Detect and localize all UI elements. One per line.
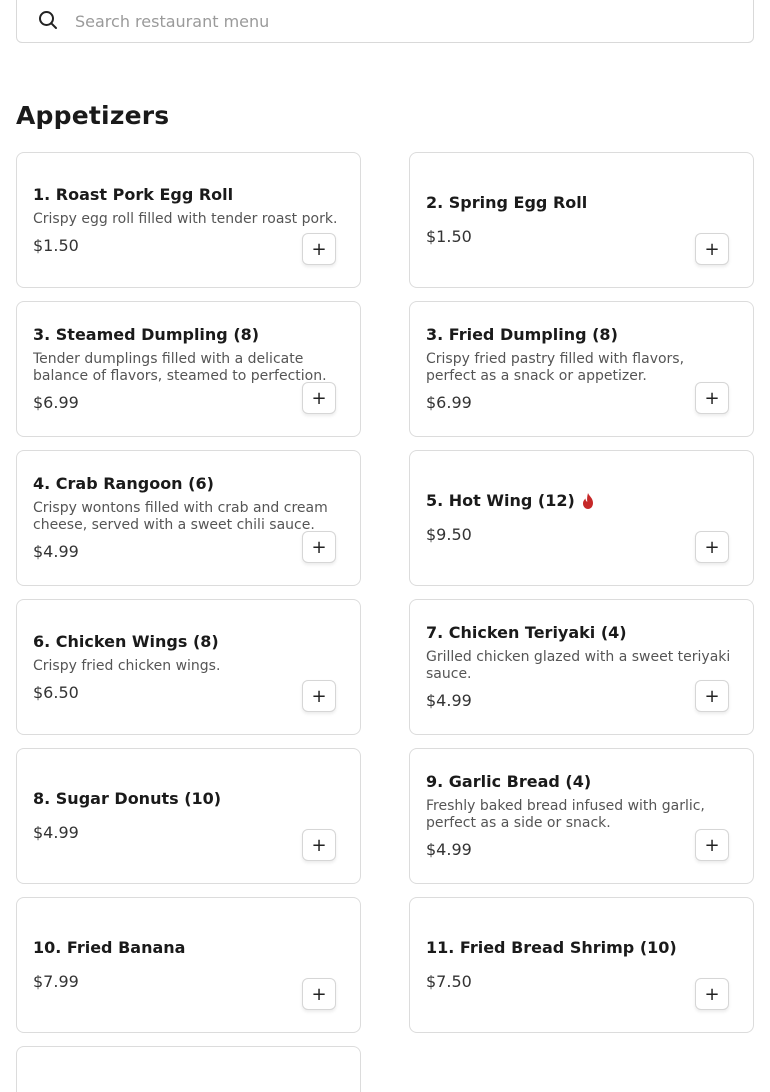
add-to-cart-button[interactable]: + <box>695 382 729 414</box>
menu-item-name-text: 5. Hot Wing (12) <box>426 491 575 510</box>
menu-item-description: Freshly baked bread infused with garlic,… <box>426 798 705 831</box>
add-to-cart-button[interactable]: + <box>302 829 336 861</box>
menu-item-name: 5. Hot Wing (12) <box>426 491 737 511</box>
menu-item-name-text: 1. Roast Pork Egg Roll <box>33 184 234 204</box>
menu-item-name-text: 7. Chicken Teriyaki (4) <box>426 623 627 642</box>
menu-item-price: $4.99 <box>426 840 472 859</box>
menu-item-price: $6.50 <box>33 682 79 702</box>
menu-item-price: $7.50 <box>426 972 472 991</box>
menu-item-card[interactable]: 11. Fried Bread Shrimp (10) $7.50 + <box>409 897 754 1033</box>
menu-item-card[interactable]: 5. Hot Wing (12) $9.50 + <box>409 450 754 586</box>
add-to-cart-button[interactable]: + <box>302 680 336 712</box>
menu-item-name: 10. Fried Banana <box>33 938 344 958</box>
menu-item-description: Crispy fried chicken wings. <box>33 657 221 674</box>
section-title: Appetizers <box>16 101 170 130</box>
menu-item-name-text: 9. Garlic Bread (4) <box>426 772 592 791</box>
add-to-cart-button[interactable]: + <box>695 680 729 712</box>
menu-item-price: $6.99 <box>33 393 79 412</box>
menu-item-description: Grilled chicken glazed with a sweet teri… <box>426 649 731 682</box>
menu-item-price: $7.99 <box>33 972 79 991</box>
menu-item-name: 2. Spring Egg Roll <box>426 193 737 213</box>
menu-item-name: 8. Sugar Donuts (10) <box>33 789 344 809</box>
menu-item-price: $6.99 <box>426 393 472 412</box>
menu-item-name: 3. Fried Dumpling (8) <box>426 325 737 345</box>
menu-item-price: $1.50 <box>33 235 79 255</box>
menu-item-name: 7. Chicken Teriyaki (4) <box>426 623 737 643</box>
add-to-cart-button[interactable]: + <box>302 531 336 563</box>
menu-item-name-text: 3. Fried Dumpling (8) <box>426 325 618 344</box>
menu-item-card[interactable]: 6. Chicken Wings (8) Crispy fried chicken… <box>16 599 361 735</box>
add-to-cart-button[interactable]: + <box>695 233 729 265</box>
menu-item-name-text: 2. Spring Egg Roll <box>426 193 588 212</box>
menu-item-name-text: 4. Crab Rangoon (6) <box>33 474 214 493</box>
menu-item-name-text: 10. Fried Banana <box>33 938 186 957</box>
menu-item-card[interactable]: 1. Roast Pork Egg Roll Crispy egg roll fi… <box>16 152 361 288</box>
menu-item-description: Crispy egg roll filled with tender roast… <box>33 210 338 227</box>
menu-item-name-text: 8. Sugar Donuts (10) <box>33 789 222 808</box>
search-icon <box>39 11 57 29</box>
menu-item-name-text: 6. Chicken Wings (8) <box>33 631 219 651</box>
menu-item-description: Crispy wontons filled with crab and crea… <box>33 500 328 533</box>
menu-item-name-text: 3. Steamed Dumpling (8) <box>33 325 260 344</box>
menu-item-description: Tender dumplings filled with a delicate … <box>33 351 327 384</box>
menu-item-card[interactable]: 3. Steamed Dumpling (8) Tender dumplings … <box>16 301 361 437</box>
menu-item-card[interactable]: 2. Spring Egg Roll $1.50 + <box>409 152 754 288</box>
menu-item-price: $4.99 <box>426 691 472 710</box>
menu-item-description: Crispy fried pastry filled with flavors,… <box>426 351 685 384</box>
add-to-cart-button[interactable]: + <box>302 978 336 1010</box>
menu-item-card-partial[interactable] <box>16 1046 361 1092</box>
menu-item-card[interactable]: 10. Fried Banana $7.99 + <box>16 897 361 1033</box>
menu-item-name-text: 11. Fried Bread Shrimp (10) <box>426 938 677 957</box>
add-to-cart-button[interactable]: + <box>302 233 336 265</box>
menu-item-card[interactable]: 4. Crab Rangoon (6) Crispy wontons filled… <box>16 450 361 586</box>
spicy-flame-icon <box>582 493 593 509</box>
menu-item-price: $1.50 <box>426 227 472 246</box>
search-bar[interactable] <box>16 0 754 43</box>
menu-item-card[interactable]: 8. Sugar Donuts (10) $4.99 + <box>16 748 361 884</box>
menu-item-card[interactable]: 7. Chicken Teriyaki (4) Grilled chicken g… <box>409 599 754 735</box>
menu-item-name: 9. Garlic Bread (4) <box>426 772 737 792</box>
add-to-cart-button[interactable]: + <box>302 382 336 414</box>
add-to-cart-button[interactable]: + <box>695 978 729 1010</box>
menu-item-card[interactable]: 3. Fried Dumpling (8) Crispy fried pastry… <box>409 301 754 437</box>
add-to-cart-button[interactable]: + <box>695 531 729 563</box>
menu-item-name: 11. Fried Bread Shrimp (10) <box>426 938 737 958</box>
menu-item-name: 1. Roast Pork Egg Roll <box>33 185 344 205</box>
menu-grid: 1. Roast Pork Egg Roll Crispy egg roll fi… <box>16 152 754 1092</box>
menu-item-price: $9.50 <box>426 525 472 544</box>
menu-item-name: 6. Chicken Wings (8) <box>33 632 344 652</box>
add-to-cart-button[interactable]: + <box>695 829 729 861</box>
menu-item-price: $4.99 <box>33 823 79 842</box>
search-input[interactable] <box>75 7 735 35</box>
menu-item-name: 4. Crab Rangoon (6) <box>33 474 344 494</box>
menu-item-name: 3. Steamed Dumpling (8) <box>33 325 344 345</box>
menu-item-price: $4.99 <box>33 542 79 561</box>
menu-item-card[interactable]: 9. Garlic Bread (4) Freshly baked bread i… <box>409 748 754 884</box>
